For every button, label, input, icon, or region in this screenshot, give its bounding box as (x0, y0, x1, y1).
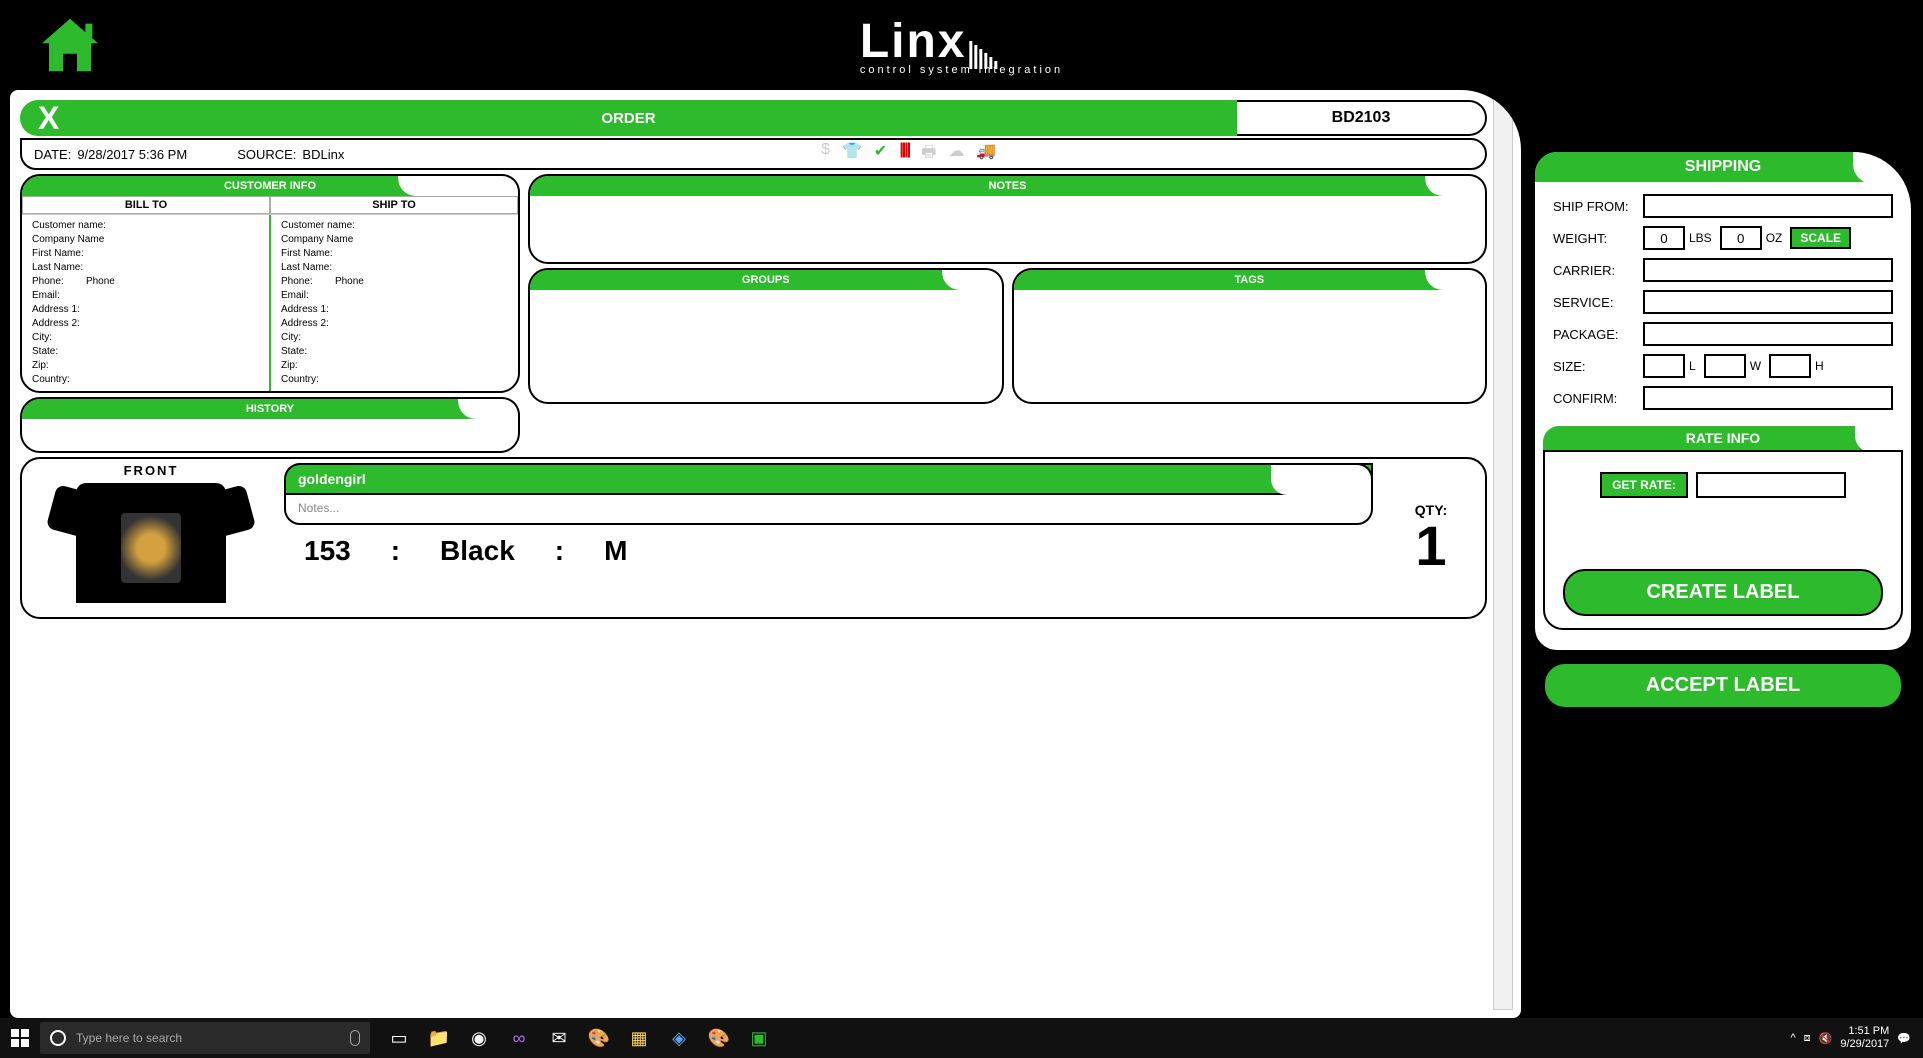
scrollbar[interactable] (1493, 98, 1513, 1010)
ship-from-label: SHIP FROM: (1553, 199, 1643, 214)
confirm-input[interactable] (1643, 386, 1893, 410)
bill-to-tab[interactable]: BILL TO (22, 196, 270, 214)
truck-icon[interactable]: 🚚 (976, 141, 996, 168)
rate-info-title: RATE INFO (1543, 426, 1903, 450)
logo-subtitle: control system integration (860, 64, 1063, 76)
product-attributes: 153 : Black : M (284, 525, 1373, 577)
date-value: 9/28/2017 5:36 PM (77, 147, 187, 162)
order-panel: X ORDER BD2103 DATE: 9/28/2017 5:36 PM S… (10, 90, 1521, 1018)
weight-label: WEIGHT: (1553, 231, 1643, 246)
taskbar-search[interactable]: Type here to search (40, 1022, 370, 1054)
weight-oz-input[interactable] (1720, 226, 1762, 250)
app-icon-1[interactable]: ▦ (620, 1020, 658, 1056)
package-input[interactable] (1643, 322, 1893, 346)
create-label-button[interactable]: CREATE LABEL (1563, 569, 1883, 616)
size-label: SIZE: (1553, 359, 1643, 374)
logo-text: Linx (860, 14, 967, 69)
paint-icon[interactable]: 🎨 (580, 1020, 618, 1056)
package-label: PACKAGE: (1553, 327, 1643, 342)
shipping-sidebar: SHIPPING SHIP FROM: WEIGHT: LBS OZ SCALE… (1533, 90, 1913, 1018)
customer-info-panel: CUSTOMER INFO BILL TO SHIP TO Customer n… (20, 174, 520, 393)
order-header: X ORDER BD2103 (20, 100, 1487, 136)
customer-info-title: CUSTOMER INFO (22, 176, 518, 196)
source-value: BDLinx (302, 147, 344, 162)
weight-lbs-input[interactable] (1643, 226, 1685, 250)
order-id: BD2103 (1237, 100, 1487, 136)
teamviewer-icon[interactable]: ◈ (660, 1020, 698, 1056)
file-explorer-icon[interactable]: 📁 (420, 1020, 458, 1056)
mail-icon[interactable]: ✉ (540, 1020, 578, 1056)
linx-app-icon[interactable]: ▣ (740, 1020, 778, 1056)
size-h-input[interactable] (1769, 354, 1811, 378)
app-logo: Linx control system integration (860, 14, 1063, 76)
notes-title: NOTES (530, 176, 1485, 196)
taskbar: Type here to search ▭ 📁 ◉ ∞ ✉ 🎨 ▦ ◈ 🎨 ▣ … (0, 1018, 1923, 1058)
task-view-icon[interactable]: ▭ (380, 1020, 418, 1056)
service-label: SERVICE: (1553, 295, 1643, 310)
close-icon[interactable]: X (38, 100, 59, 137)
lbs-unit: LBS (1689, 231, 1712, 245)
tray-chevron-icon[interactable]: ^ (1790, 1032, 1795, 1044)
rate-input[interactable] (1696, 472, 1846, 498)
bill-to-column: Customer name: Company Name First Name: … (22, 215, 271, 391)
oz-unit: OZ (1766, 231, 1783, 245)
notes-panel: NOTES (528, 174, 1487, 264)
ship-from-input[interactable] (1643, 194, 1893, 218)
qty-value: 1 (1381, 518, 1481, 574)
order-info-bar: DATE: 9/28/2017 5:36 PM SOURCE: BDLinx $… (20, 138, 1487, 170)
search-icon (50, 1030, 66, 1046)
printer-icon[interactable]: 🖶 (921, 141, 936, 168)
product-size: M (604, 535, 627, 567)
barcode-icon[interactable]: |||| (899, 141, 909, 168)
service-input[interactable] (1643, 290, 1893, 314)
status-icons: $ 👕 ✔ |||| 🖶 ☁ 🚚 (821, 141, 996, 168)
system-tray: ^ ⧈ 🔇 1:51 PM 9/29/2017 💬 (1790, 1025, 1923, 1051)
product-sku: 153 (304, 535, 351, 567)
mic-icon[interactable] (350, 1030, 360, 1046)
start-button[interactable] (0, 1018, 40, 1058)
cloud-icon[interactable]: ☁ (948, 141, 964, 168)
product-name: goldengirl (284, 463, 1373, 493)
tags-panel: TAGS (1012, 268, 1488, 404)
app-header: Linx control system integration (0, 0, 1923, 90)
history-title: HISTORY (22, 399, 518, 419)
product-notes[interactable]: Notes... (284, 493, 1373, 525)
home-icon[interactable] (35, 15, 105, 75)
groups-title: GROUPS (530, 270, 1002, 290)
product-view-label: FRONT (26, 463, 276, 478)
groups-panel: GROUPS (528, 268, 1004, 404)
history-panel: HISTORY (20, 397, 520, 453)
product-color: Black (440, 535, 515, 567)
source-label: SOURCE: (237, 147, 296, 162)
ship-to-column: Customer name: Company Name First Name: … (271, 215, 518, 391)
accept-label-button[interactable]: ACCEPT LABEL (1543, 662, 1903, 709)
tags-title: TAGS (1014, 270, 1486, 290)
leaf-icon[interactable]: ✔ (874, 141, 887, 168)
search-placeholder: Type here to search (76, 1031, 182, 1045)
carrier-input[interactable] (1643, 258, 1893, 282)
dollar-icon[interactable]: $ (821, 141, 830, 168)
size-w-input[interactable] (1704, 354, 1746, 378)
size-l-input[interactable] (1643, 354, 1685, 378)
order-title: ORDER (601, 110, 655, 127)
get-rate-button[interactable]: GET RATE: (1600, 472, 1688, 498)
product-image[interactable] (66, 483, 236, 613)
visual-studio-icon[interactable]: ∞ (500, 1020, 538, 1056)
scale-button[interactable]: SCALE (1790, 227, 1851, 249)
carrier-label: CARRIER: (1553, 263, 1643, 278)
product-item: FRONT goldengirl Notes... 153 : Black : … (20, 457, 1487, 619)
ship-to-tab[interactable]: SHIP TO (270, 196, 518, 214)
shipping-panel: SHIPPING SHIP FROM: WEIGHT: LBS OZ SCALE… (1533, 150, 1913, 652)
network-icon[interactable]: ⧈ (1804, 1032, 1811, 1045)
chrome-icon[interactable]: ◉ (460, 1020, 498, 1056)
app-icon-2[interactable]: 🎨 (700, 1020, 738, 1056)
date-label: DATE: (34, 147, 71, 162)
notifications-icon[interactable]: 💬 (1897, 1032, 1911, 1045)
clock[interactable]: 1:51 PM 9/29/2017 (1840, 1025, 1889, 1051)
shipping-title: SHIPPING (1535, 152, 1911, 182)
confirm-label: CONFIRM: (1553, 391, 1643, 406)
shirt-icon[interactable]: 👕 (842, 141, 862, 168)
volume-icon[interactable]: 🔇 (1819, 1032, 1833, 1045)
